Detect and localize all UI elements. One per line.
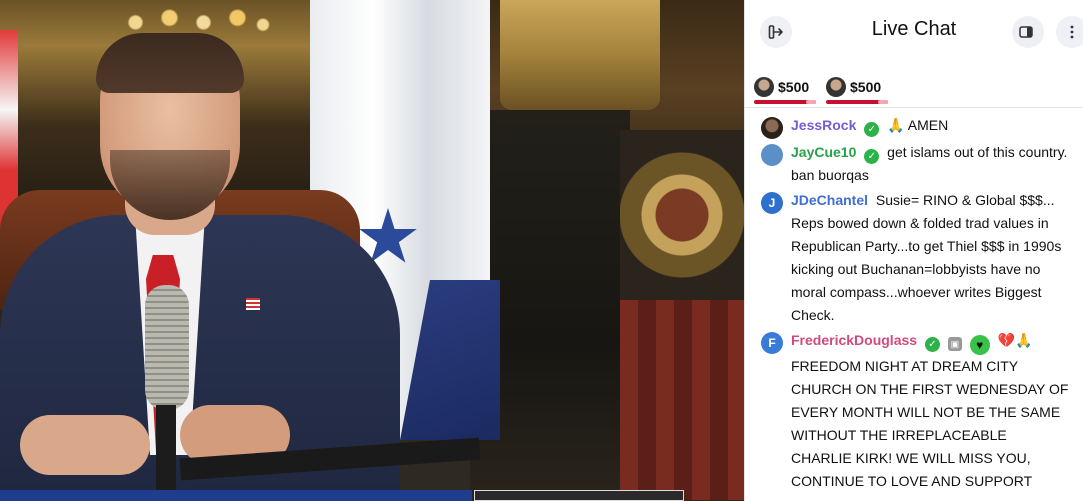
hair (96, 33, 244, 93)
chat-header: Live Chat (745, 0, 1083, 62)
verified-badge-icon: ✓ (864, 122, 880, 137)
video-player[interactable] (0, 0, 744, 501)
more-vertical-icon (1070, 25, 1074, 39)
emoji: 🙏 (887, 117, 905, 133)
chat-message: JayCue10 ✓ get islams out of this countr… (761, 141, 1070, 187)
username[interactable]: FrederickDouglass (791, 332, 917, 348)
tip-item[interactable]: $500 (826, 74, 888, 104)
lower-third-secondary (474, 490, 684, 501)
username[interactable]: JessRock (791, 117, 856, 133)
verified-badge-icon: ✓ (864, 149, 880, 164)
username[interactable]: JayCue10 (791, 144, 856, 160)
tip-progress-bar (754, 100, 816, 104)
avatar[interactable] (761, 117, 783, 139)
microphone-stand (156, 405, 176, 501)
tip-amount: $500 (778, 79, 810, 95)
message-text: AMEN (907, 117, 949, 133)
message-body: FrederickDouglass ✓ ▣ ♥ 💔🙏 FREEDOM NIGHT… (791, 329, 1070, 493)
flag-pin (246, 298, 260, 310)
video-toggle-button[interactable] (1012, 16, 1044, 48)
left-hand (20, 415, 150, 475)
message-text: Susie= RINO & Global $$$... Reps bowed d… (791, 192, 1062, 323)
chat-message: JessRock ✓ 🙏 AMEN (761, 114, 1070, 139)
tips-row: $500 $500 (745, 62, 1083, 108)
message-body: JDeChantel Susie= RINO & Global $$$... R… (791, 189, 1070, 327)
speaker (0, 0, 744, 501)
avatar[interactable]: F (761, 332, 783, 354)
emoji: 💔🙏 (997, 332, 1033, 348)
video-toggle-icon (1019, 26, 1033, 38)
message-body: JessRock ✓ 🙏 AMEN (791, 114, 948, 139)
microphone (145, 285, 189, 410)
message-body: JayCue10 ✓ get islams out of this countr… (791, 141, 1070, 187)
chat-message: F FrederickDouglass ✓ ▣ ♥ 💔🙏 FREEDOM NIG… (761, 329, 1070, 493)
subscriber-badge-icon: ▣ (947, 337, 962, 351)
message-text: FREEDOM NIGHT AT DREAM CITY CHURCH ON TH… (791, 358, 1069, 489)
verified-badge-icon: ✓ (924, 337, 940, 352)
tip-amount: $500 (850, 79, 882, 95)
more-options-button[interactable] (1056, 16, 1083, 48)
avatar (826, 77, 846, 97)
avatar[interactable] (761, 144, 783, 166)
lower-third-bar (0, 490, 472, 501)
live-chat-panel: Live Chat $500 $500 JessRock ✓ 🙏 AMEN Ja… (744, 0, 1083, 501)
chat-message: J JDeChantel Susie= RINO & Global $$$...… (761, 189, 1070, 327)
tip-item[interactable]: $500 (754, 74, 816, 104)
avatar (754, 77, 774, 97)
avatar[interactable]: J (761, 192, 783, 214)
username[interactable]: JDeChantel (791, 192, 868, 208)
tip-progress-bar (826, 100, 888, 104)
green-heart-icon: ♥ (969, 335, 990, 355)
chat-messages[interactable]: JessRock ✓ 🙏 AMEN JayCue10 ✓ get islams … (745, 109, 1083, 501)
